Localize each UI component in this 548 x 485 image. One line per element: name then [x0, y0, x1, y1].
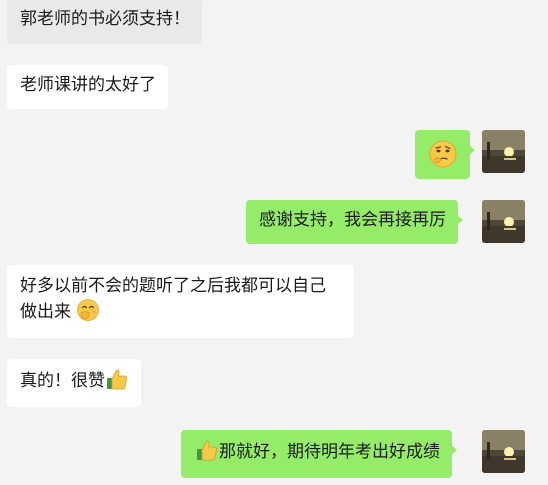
message-bubble-incoming[interactable]: 老师课讲的太好了: [7, 65, 168, 109]
message-bubble-outgoing[interactable]: 感谢支持，我会再接再厉: [246, 200, 463, 244]
avatar[interactable]: [482, 430, 525, 473]
message-bubble-outgoing[interactable]: [415, 130, 475, 179]
face-with-hand-over-mouth-icon: [76, 298, 100, 322]
message-text: 那就好，期待明年考出好成绩: [219, 442, 440, 462]
avatar[interactable]: [482, 130, 525, 173]
avatar[interactable]: [482, 200, 525, 243]
thumbs-up-icon: [195, 438, 219, 462]
message-text: 老师课讲的太好了: [20, 75, 156, 95]
message-text: 好多以前不会的题听了之后我都可以自己: [20, 276, 326, 296]
message-text: 做出来: [20, 302, 71, 322]
message-bubble-incoming[interactable]: 真的！很赞: [7, 359, 141, 407]
message-text: 感谢支持，我会再接再厉: [259, 210, 446, 230]
message-bubble-incoming[interactable]: 郭老师的书必须支持！: [7, 0, 202, 44]
message-text: 真的！很赞: [20, 371, 105, 391]
thinking-face-icon: [428, 139, 458, 169]
message-bubble-incoming[interactable]: 好多以前不会的题听了之后我都可以自己 做出来: [7, 265, 354, 338]
message-bubble-outgoing[interactable]: 那就好，期待明年考出好成绩: [181, 430, 457, 478]
message-text: 郭老师的书必须支持！: [20, 9, 190, 29]
thumbs-up-icon: [105, 367, 129, 391]
